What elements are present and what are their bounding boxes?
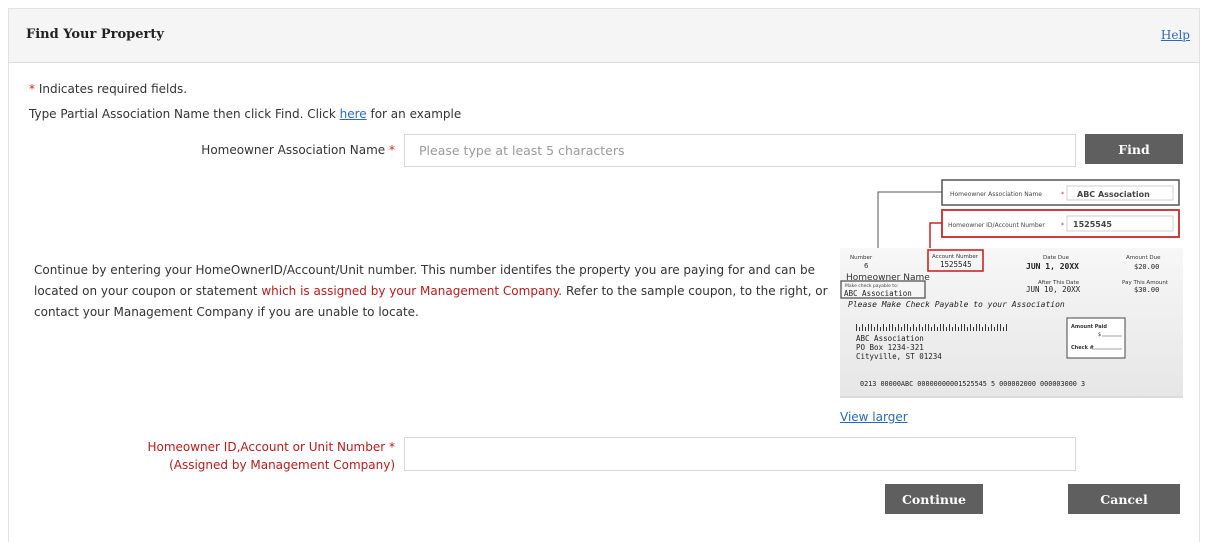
- association-required-asterisk: *: [389, 143, 395, 157]
- coupon-amount-paid-currency: $: [1098, 332, 1101, 338]
- association-name-input[interactable]: [404, 134, 1076, 167]
- coupon-address-line1: ABC Association: [856, 334, 924, 343]
- homeowner-id-label: Homeowner ID,Account or Unit Number * (A…: [95, 438, 395, 474]
- coupon-micr-line: 0213 00000ABC 00000000001525545 5 000002…: [860, 380, 1085, 388]
- paragraph-red-text: which is assigned by your Management Com…: [261, 284, 563, 298]
- coupon-date-due-value: JUN 1, 20XX: [1026, 262, 1079, 271]
- association-name-label: Homeowner Association Name *: [150, 143, 395, 157]
- example-link[interactable]: here: [340, 107, 367, 121]
- coupon-check-label: Check #: [1071, 345, 1094, 351]
- help-link[interactable]: Help: [1161, 28, 1190, 42]
- homeowner-id-label-line1: Homeowner ID,Account or Unit Number *: [147, 440, 395, 454]
- find-button[interactable]: Find: [1085, 134, 1183, 164]
- coupon-banner: Please Make Check Payable to your Associ…: [848, 300, 1065, 309]
- view-larger-link[interactable]: View larger: [840, 410, 908, 424]
- instruction-before: Type Partial Association Name then click…: [29, 107, 340, 121]
- coupon-body: [840, 248, 1183, 398]
- coupon-amount-paid-label: Amount Paid: [1071, 324, 1107, 330]
- instruction-text: Type Partial Association Name then click…: [29, 107, 461, 121]
- association-label-text: Homeowner Association Name: [201, 143, 386, 157]
- coupon-date-due-label: Date Due: [1043, 255, 1070, 261]
- coupon-address-line2: PO Box 1234-321: [856, 343, 924, 352]
- callout-id-value: 1525545: [1073, 220, 1112, 229]
- coupon-number-value: 6: [864, 262, 869, 270]
- id-connector-line: [929, 222, 942, 250]
- continue-button[interactable]: Continue: [885, 484, 983, 514]
- callout-assoc-asterisk: *: [1061, 191, 1064, 198]
- callout-id-label: Homeowner ID/Account Number: [948, 222, 1045, 229]
- required-note: * Indicates required fields.: [29, 82, 187, 96]
- coupon-account-number-value: 1525545: [940, 260, 972, 269]
- page-title: Find Your Property: [26, 27, 164, 42]
- instruction-after: for an example: [366, 107, 462, 121]
- homeowner-id-input[interactable]: [404, 437, 1076, 471]
- coupon-address-line3: Cityville, ST 01234: [856, 352, 942, 361]
- callout-assoc-label: Homeowner Association Name: [950, 191, 1042, 198]
- callout-id-asterisk: *: [1061, 222, 1064, 229]
- coupon-pay-amount-value: $30.00: [1134, 286, 1159, 294]
- required-note-text: Indicates required fields.: [35, 82, 188, 96]
- panel-header: Find Your Property Help: [8, 8, 1200, 63]
- coupon-payable-assoc: ABC Association: [844, 289, 912, 298]
- coupon-amount-due-label: Amount Due: [1126, 255, 1161, 261]
- homeowner-id-label-line2: (Assigned by Management Company): [169, 458, 395, 472]
- coupon-after-date-value: JUN 10, 20XX: [1026, 285, 1081, 294]
- cancel-button[interactable]: Cancel: [1068, 484, 1180, 514]
- callout-assoc-value: ABC Association: [1077, 190, 1150, 199]
- instructions-paragraph: Continue by entering your HomeOwnerID/Ac…: [34, 260, 834, 323]
- coupon-amount-due-value: $20.00: [1134, 263, 1159, 271]
- sample-coupon-image: Homeowner Association Name * ABC Associa…: [840, 179, 1183, 398]
- coupon-number-label: Number: [850, 255, 873, 261]
